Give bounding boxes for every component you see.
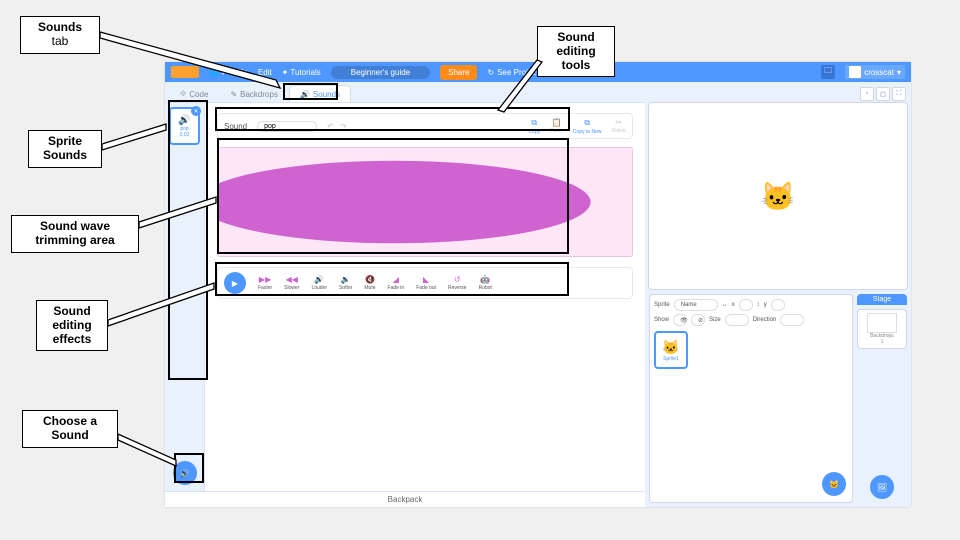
callout-pointers <box>0 0 960 540</box>
